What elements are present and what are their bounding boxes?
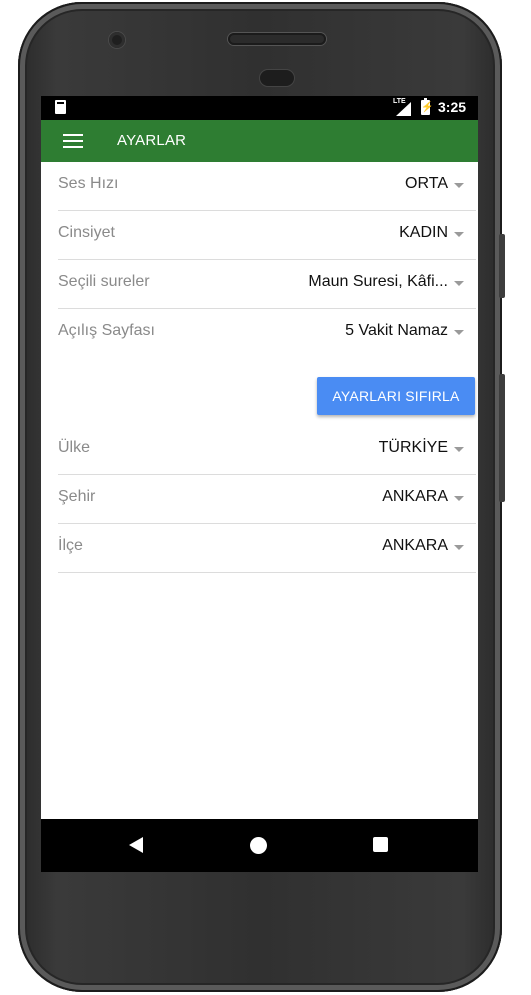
setting-label: Şehir [58,488,96,505]
setting-value: 5 Vakit Namaz [345,322,448,339]
front-camera [109,32,125,48]
setting-value: ORTA [405,175,448,192]
setting-selected-surahs[interactable]: Seçili sureler Maun Suresi, Kâfi... [58,260,476,309]
setting-label: İlçe [58,537,83,554]
dropdown-caret-icon [454,545,464,550]
nav-home-icon[interactable] [250,837,267,854]
hamburger-menu-icon[interactable] [63,134,83,148]
sd-card-icon [55,100,66,114]
status-time: 3:25 [438,99,467,115]
dropdown-caret-icon [454,330,464,335]
nav-recent-icon[interactable] [373,837,388,852]
dropdown-caret-icon [454,183,464,188]
setting-label: Açılış Sayfası [58,322,155,339]
setting-label: Cinsiyet [58,224,115,241]
setting-district[interactable]: İlçe ANKARA [58,524,476,573]
screen: LTE 3:25 AYARLAR Ses Hızı ORTA Cinsiyet … [41,96,478,872]
setting-speech-speed[interactable]: Ses Hızı ORTA [58,162,476,211]
volume-button [499,374,505,502]
status-bar: LTE 3:25 [41,96,478,120]
setting-city[interactable]: Şehir ANKARA [58,475,476,524]
setting-label: Ülke [58,439,91,456]
setting-country[interactable]: Ülke TÜRKİYE [58,426,476,475]
dropdown-caret-icon [454,496,464,501]
battery-charging-icon [421,98,433,115]
reset-settings-button[interactable]: AYARLARI SIFIRLA [317,377,475,415]
navigation-bar [41,819,478,872]
setting-value: ANKARA [382,488,448,505]
proximity-sensor [260,70,294,86]
signal-icon [396,102,411,116]
page-title: AYARLAR [117,132,187,149]
earpiece-speaker [228,33,326,45]
setting-value: ANKARA [382,537,448,554]
power-button [499,234,505,298]
setting-value: TÜRKİYE [378,439,448,456]
setting-start-page[interactable]: Açılış Sayfası 5 Vakit Namaz [58,309,476,357]
nav-back-icon[interactable] [129,837,143,853]
setting-value: KADIN [399,224,448,241]
setting-label: Seçili sureler [58,273,150,290]
dropdown-caret-icon [454,281,464,286]
dropdown-caret-icon [454,447,464,452]
setting-gender[interactable]: Cinsiyet KADIN [58,211,476,260]
setting-value: Maun Suresi, Kâfi... [308,273,448,290]
dropdown-caret-icon [454,232,464,237]
setting-label: Ses Hızı [58,175,119,192]
app-bar: AYARLAR [41,120,478,162]
